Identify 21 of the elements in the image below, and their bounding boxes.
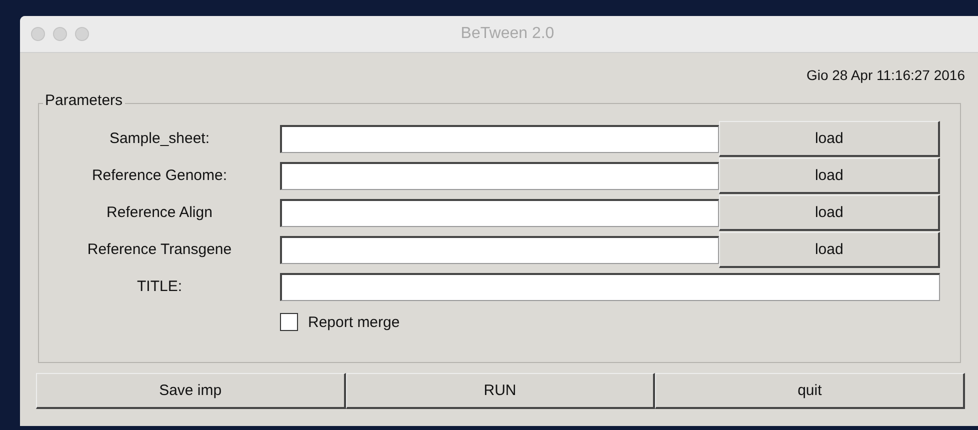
field-label: Reference Transgene: [86, 241, 233, 258]
window-title: BeTween 2.0: [460, 25, 556, 43]
title-field[interactable]: [280, 272, 940, 300]
checkbox-label[interactable]: Report merge: [308, 314, 400, 330]
path-field[interactable]: [280, 198, 720, 226]
field-label: Reference Genome:: [90, 167, 228, 184]
load-button[interactable]: load: [719, 194, 940, 230]
action-button[interactable]: RUN: [346, 373, 656, 409]
path-field[interactable]: [280, 236, 720, 264]
path-field[interactable]: [280, 162, 720, 190]
path-field[interactable]: [280, 124, 720, 152]
action-button[interactable]: Save imp: [36, 373, 346, 409]
load-button[interactable]: load: [719, 158, 940, 194]
field-label: Reference Align: [106, 204, 214, 221]
date-time-label: Gio 28 Apr 11:16:27 2016: [806, 67, 965, 83]
action-button[interactable]: quit: [655, 373, 966, 409]
field-label: TITLE:: [136, 278, 183, 295]
checkbox[interactable]: [280, 313, 298, 331]
load-button[interactable]: load: [719, 120, 940, 156]
load-button[interactable]: load: [719, 232, 940, 268]
field-label: Sample_sheet:: [108, 130, 211, 147]
